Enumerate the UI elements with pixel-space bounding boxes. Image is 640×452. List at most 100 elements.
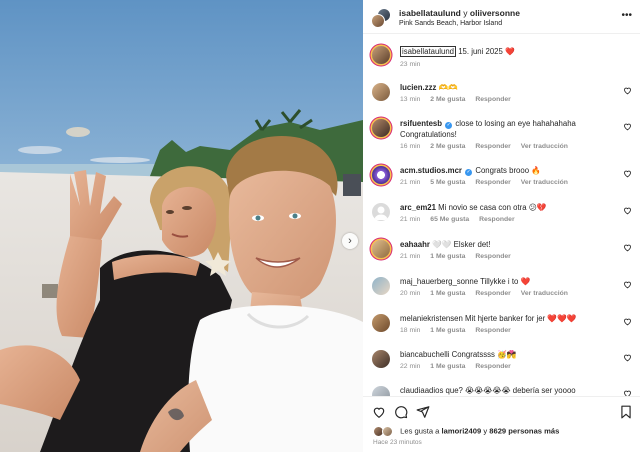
- comment-username[interactable]: maj_hauerberg_sonne: [400, 277, 478, 286]
- heart-icon[interactable]: [623, 206, 632, 215]
- avatar[interactable]: [372, 277, 390, 295]
- comment-text: que? 😭😭😭😭😭 debería ser yoooo: [445, 386, 576, 395]
- comment-line-2: Congratulations!: [400, 130, 457, 139]
- avatar[interactable]: [372, 83, 390, 101]
- avatar[interactable]: [372, 203, 390, 221]
- comment-line: biancabuchelli Congratssss 🥳💏: [400, 349, 616, 360]
- heart-icon[interactable]: [623, 243, 632, 252]
- avatar[interactable]: [372, 240, 390, 258]
- see-translation-button[interactable]: Ver traducción: [521, 290, 568, 297]
- comment-time: 20 min: [400, 290, 421, 297]
- see-translation-button[interactable]: Ver traducción: [521, 143, 568, 150]
- reply-button[interactable]: Responder: [475, 363, 511, 370]
- see-translation-button[interactable]: Ver traducción: [521, 179, 568, 186]
- reply-button[interactable]: Responder: [475, 179, 511, 186]
- liker-username[interactable]: lamori2409: [442, 427, 482, 436]
- collab-avatars[interactable]: [371, 8, 393, 28]
- comment-likes-link[interactable]: 5 Me gusta: [430, 179, 465, 186]
- avatar[interactable]: [372, 314, 390, 332]
- post-actions-footer: Les gusta a lamori2409 y 8629 personas m…: [363, 396, 640, 452]
- comment-likes-link[interactable]: 2 Me gusta: [430, 143, 465, 150]
- reply-button[interactable]: Responder: [475, 143, 511, 150]
- comment-line: melaniekristensen Mit hjerte banker for …: [400, 313, 616, 324]
- reply-button[interactable]: Responder: [475, 327, 511, 334]
- share-icon[interactable]: [416, 405, 430, 419]
- comment-likes-link[interactable]: 1 Me gusta: [430, 253, 465, 260]
- reply-button[interactable]: Responder: [475, 253, 511, 260]
- comment-username[interactable]: eahaahr: [400, 240, 430, 249]
- comment-time: 16 min: [400, 143, 421, 150]
- comment-meta: 21 min 1 Me gusta Responder: [400, 253, 519, 260]
- heart-icon[interactable]: [623, 86, 632, 95]
- comment-username[interactable]: arc_em21: [400, 203, 436, 212]
- comment-meta: 21 min 65 Me gusta Responder: [400, 216, 523, 223]
- comment-meta: 20 min 1 Me gusta Responder Ver traducci…: [400, 290, 576, 297]
- liked-prefix: Les gusta a: [400, 426, 440, 436]
- author-link[interactable]: isabellataulund: [399, 8, 461, 18]
- reply-button[interactable]: Responder: [475, 96, 511, 103]
- comment-username[interactable]: biancabuchelli: [400, 350, 449, 359]
- beach-selfie-image: [0, 0, 363, 452]
- caption-line: isabellataulund 15. juni 2025 ❤️: [400, 46, 616, 57]
- likers-avatars: [373, 426, 395, 437]
- heart-icon[interactable]: [623, 317, 632, 326]
- chevron-right-icon[interactable]: ›: [342, 233, 358, 249]
- comment-likes-link[interactable]: 65 Me gusta: [430, 216, 469, 223]
- comment-username[interactable]: rsifuentesb: [400, 119, 442, 128]
- comment-line: lucien.zzz 🫶🫶: [400, 82, 616, 93]
- heart-icon[interactable]: [623, 122, 632, 131]
- heart-icon[interactable]: [623, 353, 632, 362]
- avatar: [382, 426, 393, 437]
- heart-icon[interactable]: [372, 405, 386, 419]
- comment-text: Congrats brooo 🔥: [475, 166, 541, 175]
- comment-line: eahaahr 🤍🤍 Elsker det!: [400, 239, 616, 250]
- avatar[interactable]: [372, 166, 390, 184]
- heart-icon[interactable]: [623, 169, 632, 178]
- comment-likes-link[interactable]: 1 Me gusta: [430, 290, 465, 297]
- caption-meta: 23 min: [400, 61, 428, 68]
- likes-count-link[interactable]: 8629 personas más: [489, 427, 559, 436]
- default-user-icon: [374, 206, 388, 220]
- liked-by-line: Les gusta a lamori2409 y 8629 personas m…: [373, 426, 559, 437]
- reply-button[interactable]: Responder: [475, 290, 511, 297]
- location-link[interactable]: Pink Sands Beach, Harbor Island: [399, 20, 502, 27]
- comment-meta: 21 min 5 Me gusta Responder Ver traducci…: [400, 179, 576, 186]
- comment-time: 21 min: [400, 179, 421, 186]
- comment-username[interactable]: melaniekristensen: [400, 314, 463, 323]
- reply-button[interactable]: Responder: [479, 216, 515, 223]
- comment-meta: 16 min 2 Me gusta Responder Ver traducci…: [400, 143, 576, 150]
- comment-username[interactable]: claudiaadios: [400, 386, 443, 395]
- liked-mid: y: [483, 426, 488, 436]
- comment-text: 🤍🤍 Elsker det!: [432, 240, 491, 249]
- post-photo[interactable]: ›: [0, 0, 363, 452]
- comment-meta: 13 min 2 Me gusta Responder: [400, 96, 519, 103]
- comment-time: 22 min: [400, 363, 421, 370]
- heart-icon[interactable]: [623, 280, 632, 289]
- author-link[interactable]: oliiversonne: [470, 8, 520, 18]
- comment-likes-link[interactable]: 1 Me gusta: [430, 363, 465, 370]
- caption-username[interactable]: isabellataulund: [400, 46, 457, 57]
- avatar[interactable]: [372, 119, 390, 137]
- more-horizontal-icon[interactable]: •••: [621, 10, 632, 21]
- comment-username[interactable]: lucien.zzz: [400, 83, 436, 92]
- comments-list[interactable]: isabellataulund 15. juni 2025 ❤️ 23 min …: [363, 36, 640, 398]
- comment-text: Tillykke i to ❤️: [480, 277, 531, 286]
- comment-time: 21 min: [400, 253, 421, 260]
- avatar[interactable]: [372, 350, 390, 368]
- authors-conjunction: y: [463, 8, 468, 18]
- comment-line: rsifuentesb ✓ close to losing an eye hah…: [400, 118, 616, 129]
- avatar[interactable]: [372, 46, 390, 64]
- verified-icon: ✓: [445, 122, 453, 129]
- comment-line: arc_em21 Mi novio se casa con otra 😕💔: [400, 202, 616, 213]
- comment-likes-link[interactable]: 2 Me gusta: [430, 96, 465, 103]
- comment-line: claudiaadios que? 😭😭😭😭😭 debería ser yooo…: [400, 385, 616, 396]
- comment-icon[interactable]: [394, 405, 408, 419]
- comment-likes-link[interactable]: 1 Me gusta: [430, 327, 465, 334]
- caption-time: 23 min: [400, 61, 421, 68]
- avatar[interactable]: [371, 14, 385, 28]
- comment-username[interactable]: acm.studios.mcr: [400, 166, 462, 175]
- bookmark-icon[interactable]: [619, 405, 633, 419]
- caption-text: 15. juni 2025: [458, 47, 503, 56]
- caption-emoji: ❤️: [505, 47, 515, 56]
- comment-text: Mi novio se casa con otra 😕💔: [438, 203, 547, 212]
